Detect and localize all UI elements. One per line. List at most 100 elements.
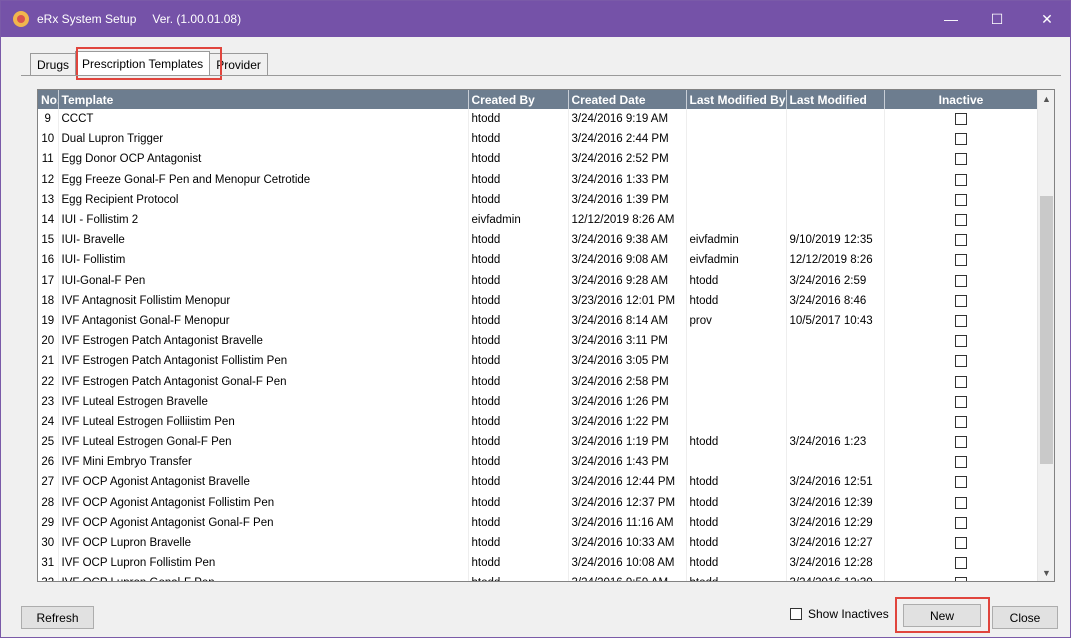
- template-name-cell[interactable]: IVF Estrogen Patch Antagonist Bravelle: [58, 331, 469, 352]
- template-name-cell[interactable]: Egg Recipient Protocol: [58, 189, 469, 210]
- row-number[interactable]: 17: [38, 270, 59, 291]
- row-number[interactable]: 20: [38, 331, 59, 352]
- created-date-cell[interactable]: 3/24/2016 9:19 AM: [568, 109, 687, 130]
- last-modified-cell[interactable]: 9/10/2019 12:35: [786, 230, 885, 251]
- created-by-cell[interactable]: htodd: [468, 270, 569, 291]
- inactive-checkbox[interactable]: [955, 173, 967, 186]
- inactive-checkbox[interactable]: [955, 375, 967, 388]
- table-row[interactable]: 9 CCCT htodd 3/24/2016 9:19 AM: [38, 109, 1039, 130]
- last-modified-by-cell[interactable]: [686, 351, 787, 372]
- inactive-checkbox[interactable]: [955, 415, 967, 428]
- table-row[interactable]: 13 Egg Recipient Protocol htodd 3/24/2016 1…: [38, 189, 1039, 210]
- template-name-cell[interactable]: IVF OCP Agonist Antagonist Gonal-F Pen: [58, 512, 469, 533]
- last-modified-cell[interactable]: [786, 109, 885, 130]
- created-date-cell[interactable]: 3/24/2016 2:52 PM: [568, 149, 687, 170]
- created-date-cell[interactable]: 3/24/2016 1:26 PM: [568, 391, 687, 412]
- minimize-icon[interactable]: —: [928, 1, 974, 37]
- template-name-cell[interactable]: IVF OCP Lupron Gonal-F Pen: [58, 573, 469, 581]
- created-date-cell[interactable]: 3/24/2016 2:58 PM: [568, 371, 687, 392]
- inactive-checkbox[interactable]: [955, 577, 967, 581]
- template-name-cell[interactable]: Dual Lupron Trigger: [58, 129, 469, 150]
- inactive-checkbox[interactable]: [955, 133, 967, 146]
- scroll-thumb[interactable]: [1040, 196, 1053, 464]
- last-modified-cell[interactable]: [786, 351, 885, 372]
- row-number[interactable]: 23: [38, 391, 59, 412]
- created-date-cell[interactable]: 3/24/2016 3:11 PM: [568, 331, 687, 352]
- created-by-cell[interactable]: htodd: [468, 230, 569, 251]
- inactive-checkbox[interactable]: [955, 436, 967, 449]
- created-by-cell[interactable]: htodd: [468, 290, 569, 311]
- inactive-checkbox[interactable]: [955, 456, 967, 469]
- last-modified-cell[interactable]: 3/24/2016 12:30: [786, 573, 885, 581]
- created-by-cell[interactable]: htodd: [468, 129, 569, 150]
- inactive-checkbox[interactable]: [955, 537, 967, 550]
- template-name-cell[interactable]: IVF Luteal Estrogen Bravelle: [58, 391, 469, 412]
- table-row[interactable]: 14 IUI - Follistim 2 eivfadmin 12/12/2019 8…: [38, 209, 1039, 231]
- last-modified-by-cell[interactable]: [686, 129, 787, 150]
- created-by-cell[interactable]: htodd: [468, 189, 569, 210]
- row-number[interactable]: 9: [38, 109, 59, 130]
- created-by-cell[interactable]: htodd: [468, 411, 569, 432]
- row-number[interactable]: 14: [38, 209, 59, 231]
- row-number[interactable]: 22: [38, 371, 59, 392]
- last-modified-cell[interactable]: [786, 129, 885, 150]
- row-number[interactable]: 21: [38, 351, 59, 372]
- column-header-created-by[interactable]: Created By: [468, 90, 569, 109]
- inactive-checkbox[interactable]: [955, 355, 967, 368]
- table-row[interactable]: 28 IVF OCP Agonist Antagonist Follistim P…: [38, 492, 1039, 513]
- row-number[interactable]: 30: [38, 532, 59, 554]
- template-name-cell[interactable]: IVF Mini Embryo Transfer: [58, 452, 469, 473]
- row-number[interactable]: 24: [38, 411, 59, 432]
- created-by-cell[interactable]: htodd: [468, 432, 569, 453]
- table-row[interactable]: 26 IVF Mini Embryo Transfer htodd 3/24/2016…: [38, 452, 1039, 473]
- column-header-inactive[interactable]: Inactive: [884, 90, 1039, 109]
- last-modified-cell[interactable]: 3/24/2016 1:23: [786, 432, 885, 453]
- refresh-button[interactable]: Refresh: [21, 606, 94, 629]
- last-modified-by-cell[interactable]: htodd: [686, 472, 787, 493]
- created-by-cell[interactable]: htodd: [468, 573, 569, 581]
- last-modified-cell[interactable]: [786, 209, 885, 231]
- row-number[interactable]: 27: [38, 472, 59, 493]
- last-modified-cell[interactable]: 10/5/2017 10:43: [786, 310, 885, 332]
- last-modified-by-cell[interactable]: [686, 149, 787, 170]
- created-date-cell[interactable]: 3/24/2016 12:44 PM: [568, 472, 687, 493]
- row-number[interactable]: 25: [38, 432, 59, 453]
- created-date-cell[interactable]: 12/12/2019 8:26 AM: [568, 209, 687, 231]
- created-date-cell[interactable]: 3/24/2016 11:16 AM: [568, 512, 687, 533]
- created-by-cell[interactable]: htodd: [468, 331, 569, 352]
- last-modified-by-cell[interactable]: [686, 391, 787, 412]
- last-modified-by-cell[interactable]: [686, 169, 787, 190]
- table-row[interactable]: 30 IVF OCP Lupron Bravelle htodd 3/24/2016 …: [38, 532, 1039, 554]
- table-row[interactable]: 23 IVF Luteal Estrogen Bravelle htodd 3/24/…: [38, 391, 1039, 412]
- table-row[interactable]: 31 IVF OCP Lupron Follistim Pen htodd 3/24/…: [38, 553, 1039, 574]
- row-number[interactable]: 15: [38, 230, 59, 251]
- last-modified-cell[interactable]: [786, 149, 885, 170]
- row-number[interactable]: 29: [38, 512, 59, 533]
- template-name-cell[interactable]: IUI - Follistim 2: [58, 209, 469, 231]
- last-modified-cell[interactable]: 3/24/2016 12:27: [786, 532, 885, 554]
- row-number[interactable]: 32: [38, 573, 59, 581]
- table-row[interactable]: 24 IVF Luteal Estrogen Folliistim Pen htod…: [38, 411, 1039, 432]
- inactive-checkbox[interactable]: [955, 335, 967, 348]
- inactive-checkbox[interactable]: [955, 193, 967, 206]
- vertical-scrollbar[interactable]: ▲ ▼: [1037, 90, 1054, 581]
- row-number[interactable]: 11: [38, 149, 59, 170]
- created-date-cell[interactable]: 3/24/2016 12:37 PM: [568, 492, 687, 513]
- template-name-cell[interactable]: Egg Freeze Gonal-F Pen and Menopur Cetro…: [58, 169, 469, 190]
- last-modified-cell[interactable]: 12/12/2019 8:26: [786, 250, 885, 271]
- tab-drugs[interactable]: Drugs: [30, 53, 77, 75]
- row-number[interactable]: 18: [38, 290, 59, 311]
- last-modified-by-cell[interactable]: htodd: [686, 573, 787, 581]
- created-date-cell[interactable]: 3/24/2016 9:08 AM: [568, 250, 687, 271]
- last-modified-by-cell[interactable]: htodd: [686, 432, 787, 453]
- last-modified-by-cell[interactable]: [686, 189, 787, 210]
- created-by-cell[interactable]: htodd: [468, 310, 569, 332]
- created-date-cell[interactable]: 3/24/2016 10:33 AM: [568, 532, 687, 554]
- last-modified-by-cell[interactable]: [686, 209, 787, 231]
- created-by-cell[interactable]: htodd: [468, 250, 569, 271]
- row-number[interactable]: 19: [38, 310, 59, 332]
- close-button[interactable]: Close: [992, 606, 1058, 629]
- table-row[interactable]: 19 IVF Antagonist Gonal-F Menopur htodd 3/2…: [38, 310, 1039, 332]
- row-number[interactable]: 28: [38, 492, 59, 513]
- created-date-cell[interactable]: 3/23/2016 12:01 PM: [568, 290, 687, 311]
